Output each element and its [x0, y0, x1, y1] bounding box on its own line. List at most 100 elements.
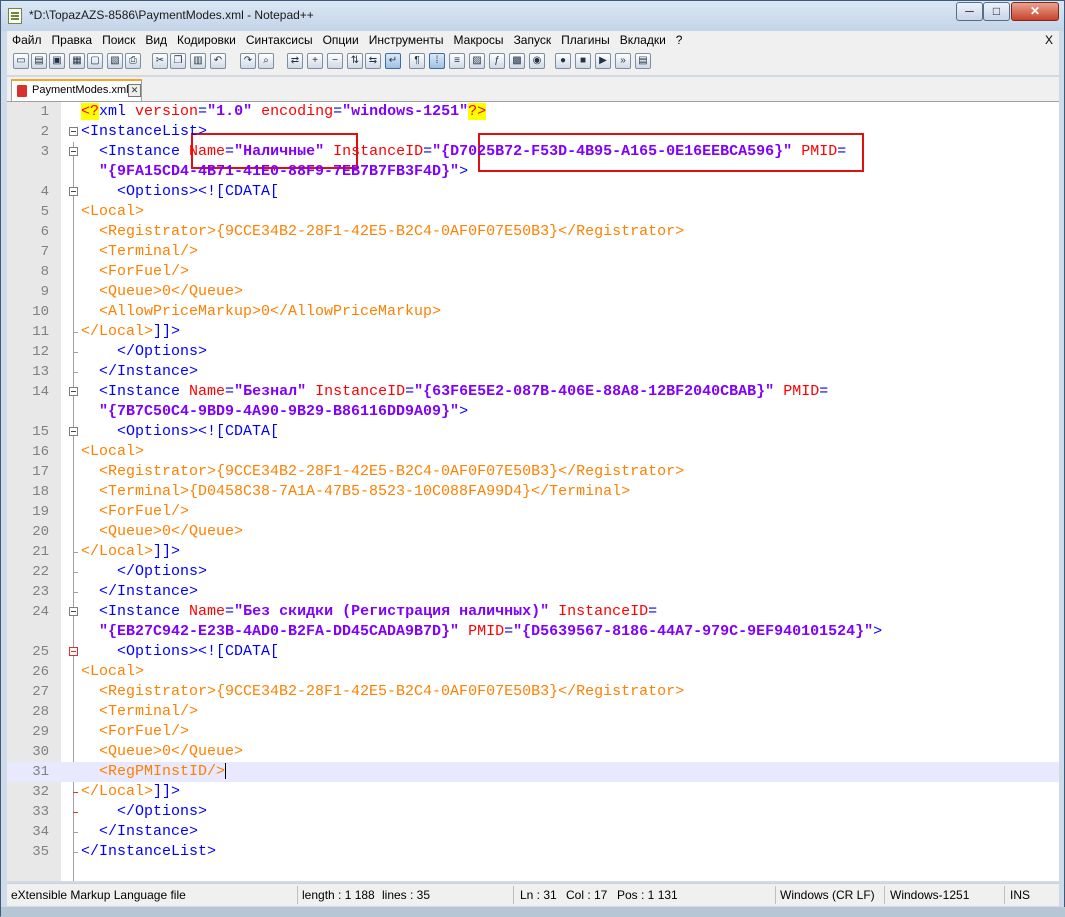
code-line[interactable]: 6 <Registrator>{9CCE34B2-28F1-42E5-B2C4-…: [7, 222, 1059, 242]
minimize-button[interactable]: ─: [956, 2, 983, 21]
record-macro-icon[interactable]: ●: [555, 53, 571, 69]
menu-item-5[interactable]: Синтаксисы: [241, 31, 318, 49]
menu-item-6[interactable]: Опции: [318, 31, 364, 49]
code-line[interactable]: 26 <Local>: [7, 662, 1059, 682]
menu-item-1[interactable]: Правка: [47, 31, 98, 49]
folder-workspace-icon[interactable]: ▩: [509, 53, 525, 69]
function-list-icon[interactable]: ƒ: [489, 53, 505, 69]
find-icon[interactable]: ⌕: [258, 53, 274, 69]
close-button[interactable]: ✕: [1011, 2, 1059, 21]
code-line[interactable]: 23 </Instance>: [7, 582, 1059, 602]
code-line[interactable]: 13 </Instance>: [7, 362, 1059, 382]
code-line[interactable]: 32 </Local>]]>: [7, 782, 1059, 802]
save-icon[interactable]: ▣: [49, 53, 65, 69]
close-file-icon[interactable]: ▢: [87, 53, 103, 69]
code-line[interactable]: 18 <Terminal>{D0458C38-7A1A-47B5-8523-10…: [7, 482, 1059, 502]
title-bar[interactable]: *D:\TopazAZS-8586\PaymentModes.xml - Not…: [1, 1, 1064, 31]
status-eol[interactable]: Windows (CR LF): [780, 888, 875, 902]
undo-icon[interactable]: ↶: [210, 53, 226, 69]
replace-icon[interactable]: ⇄: [287, 53, 303, 69]
redo-icon[interactable]: ↷: [240, 53, 256, 69]
fold-toggle-icon[interactable]: [69, 607, 78, 616]
new-file-icon[interactable]: ▭: [13, 53, 29, 69]
sync-vertical-icon[interactable]: ⇅: [347, 53, 363, 69]
fold-toggle-icon[interactable]: [69, 647, 78, 656]
code-line[interactable]: 3 <Instance Name="Наличные" InstanceID="…: [7, 142, 1059, 162]
fold-toggle-icon[interactable]: [69, 187, 78, 196]
indent-guide-icon[interactable]: ⁞: [429, 53, 445, 69]
menu-item-3[interactable]: Вид: [140, 31, 172, 49]
menu-item-10[interactable]: Плагины: [556, 31, 615, 49]
code-line[interactable]: 5 <Local>: [7, 202, 1059, 222]
menu-item-7[interactable]: Инструменты: [364, 31, 449, 49]
code-line[interactable]: 33 </Options>: [7, 802, 1059, 822]
play-macro-icon[interactable]: ▶: [595, 53, 611, 69]
user-language-icon[interactable]: ≡: [449, 53, 465, 69]
fold-toggle-icon[interactable]: [69, 387, 78, 396]
close-document-button[interactable]: X: [1045, 31, 1053, 49]
code-line[interactable]: 20 <Queue>0</Queue>: [7, 522, 1059, 542]
menu-item-2[interactable]: Поиск: [97, 31, 140, 49]
close-all-icon[interactable]: ▧: [107, 53, 123, 69]
run-macro-multiple-icon[interactable]: »: [615, 53, 631, 69]
code-line[interactable]: 24 <Instance Name="Без скидки (Регистрац…: [7, 602, 1059, 622]
code-line[interactable]: "{7B7C50C4-9BD9-4A90-9B29-B86116DD9A09}"…: [7, 402, 1059, 422]
copy-icon[interactable]: ❐: [170, 53, 186, 69]
code-line[interactable]: 12 </Options>: [7, 342, 1059, 362]
code-line[interactable]: 30 <Queue>0</Queue>: [7, 742, 1059, 762]
menu-item-4[interactable]: Кодировки: [172, 31, 241, 49]
code-line[interactable]: 19 <ForFuel/>: [7, 502, 1059, 522]
tab-close-icon[interactable]: ✕: [128, 84, 141, 97]
doc-map-icon[interactable]: ▨: [469, 53, 485, 69]
cut-icon[interactable]: ✂: [152, 53, 168, 69]
menu-item-12[interactable]: ?: [671, 31, 688, 49]
stop-macro-icon[interactable]: ■: [575, 53, 591, 69]
print-icon[interactable]: ⎙: [125, 53, 141, 69]
zoom-in-icon[interactable]: +: [307, 53, 323, 69]
open-file-icon[interactable]: ▤: [31, 53, 47, 69]
zoom-out-icon[interactable]: −: [327, 53, 343, 69]
code-line[interactable]: "{9FA15CD4-4B71-41E0-88F9-7EB7B7FB3F4D}"…: [7, 162, 1059, 182]
word-wrap-icon[interactable]: ↵: [385, 53, 401, 69]
code-line[interactable]: 9 <Queue>0</Queue>: [7, 282, 1059, 302]
fold-toggle-icon[interactable]: [69, 127, 78, 136]
code-line[interactable]: 16 <Local>: [7, 442, 1059, 462]
save-macro-icon[interactable]: ▤: [635, 53, 651, 69]
code-line[interactable]: 21 </Local>]]>: [7, 542, 1059, 562]
code-line[interactable]: 4 <Options><![CDATA[: [7, 182, 1059, 202]
menu-item-0[interactable]: Файл: [7, 31, 47, 49]
code-line[interactable]: 29 <ForFuel/>: [7, 722, 1059, 742]
maximize-button[interactable]: □: [983, 2, 1010, 21]
code-line[interactable]: 2 <InstanceList>: [7, 122, 1059, 142]
code-line[interactable]: 35 </InstanceList>: [7, 842, 1059, 862]
code-line[interactable]: 1 <?xml version="1.0" encoding="windows-1…: [7, 102, 1059, 122]
notepadpp-app-icon[interactable]: [8, 8, 22, 24]
code-line[interactable]: 7 <Terminal/>: [7, 242, 1059, 262]
code-line[interactable]: 8 <ForFuel/>: [7, 262, 1059, 282]
code-line[interactable]: 22 </Options>: [7, 562, 1059, 582]
save-all-icon[interactable]: ▦: [69, 53, 85, 69]
code-line[interactable]: 11 </Local>]]>: [7, 322, 1059, 342]
status-encoding[interactable]: Windows-1251: [890, 888, 969, 902]
code-editor[interactable]: 1 <?xml version="1.0" encoding="windows-1…: [7, 102, 1059, 881]
status-insert-mode[interactable]: INS: [1010, 888, 1030, 902]
show-all-chars-icon[interactable]: ¶: [409, 53, 425, 69]
paste-icon[interactable]: ▥: [190, 53, 206, 69]
code-line[interactable]: 17 <Registrator>{9CCE34B2-28F1-42E5-B2C4…: [7, 462, 1059, 482]
code-line[interactable]: 28 <Terminal/>: [7, 702, 1059, 722]
menu-item-9[interactable]: Запуск: [509, 31, 557, 49]
menu-item-11[interactable]: Вкладки: [615, 31, 671, 49]
code-line[interactable]: 27 <Registrator>{9CCE34B2-28F1-42E5-B2C4…: [7, 682, 1059, 702]
menu-item-8[interactable]: Макросы: [449, 31, 509, 49]
fold-toggle-icon[interactable]: [69, 147, 78, 156]
fold-toggle-icon[interactable]: [69, 427, 78, 436]
code-line[interactable]: 31 <RegPMInstID/>: [7, 762, 1059, 782]
code-line[interactable]: 14 <Instance Name="Безнал" InstanceID="{…: [7, 382, 1059, 402]
code-line[interactable]: 34 </Instance>: [7, 822, 1059, 842]
sync-horizontal-icon[interactable]: ⇆: [365, 53, 381, 69]
tab-paymentmodes[interactable]: PaymentModes.xml ✕: [11, 79, 142, 101]
code-line[interactable]: 25 <Options><![CDATA[: [7, 642, 1059, 662]
code-line[interactable]: 10 <AllowPriceMarkup>0</AllowPriceMarkup…: [7, 302, 1059, 322]
code-line[interactable]: "{EB27C942-E23B-4AD0-B2FA-DD45CADA9B7D}"…: [7, 622, 1059, 642]
code-line[interactable]: 15 <Options><![CDATA[: [7, 422, 1059, 442]
